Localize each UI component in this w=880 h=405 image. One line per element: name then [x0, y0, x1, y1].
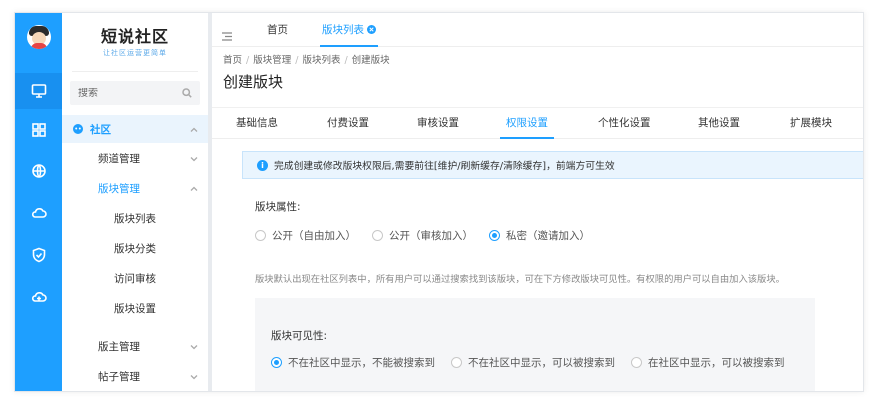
tab-label: 扩展模块 [790, 117, 832, 129]
notice-text: 完成创建或修改版块权限后,需要前往[维护/刷新缓存/清除缓存]，前端方可生效 [274, 161, 615, 172]
tab-label: 个性化设置 [598, 117, 651, 129]
tab-label: 基础信息 [236, 117, 278, 129]
tab-other[interactable]: 其他设置 [698, 108, 740, 139]
radio-circle[interactable] [451, 357, 462, 368]
sidebar-item-board-settings[interactable]: 版块设置 [62, 294, 208, 322]
page-title: 创建版块 [223, 73, 284, 91]
page-tab-board-list[interactable]: 版块列表 [320, 13, 378, 47]
sidebar-item-community[interactable]: 社区 [62, 115, 208, 143]
sidebar-item-moderators[interactable]: 版主管理 [62, 332, 208, 360]
search-box[interactable] [70, 81, 200, 105]
radio-label: 公开（自由加入） [272, 230, 356, 242]
breadcrumb: 首页 / 版块管理 / 版块列表 / 创建版块 [223, 55, 390, 66]
info-icon: i [257, 159, 268, 171]
sidebar-item-label: 版块分类 [114, 242, 156, 255]
visibility-panel: 版块可见性: 不在社区中显示，不能被搜索到 不在社区中显示，可以被搜索到 在社区… [255, 298, 815, 391]
sidebar-item-label: 访问审核 [114, 272, 156, 285]
sidebar-item-label: 版块设置 [114, 302, 156, 315]
search-icon[interactable] [182, 88, 192, 98]
chevron-down-icon [190, 372, 198, 380]
visibility-option-visible-searchable[interactable]: 在社区中显示，可以被搜索到 [631, 355, 785, 370]
radio-label: 公开（审核加入） [389, 230, 473, 242]
sidebar-item-label: 社区 [90, 123, 111, 136]
tab-payment[interactable]: 付费设置 [327, 108, 369, 139]
cloud-sync-icon[interactable] [15, 279, 62, 315]
radio-circle[interactable] [271, 357, 282, 368]
breadcrumb-item[interactable]: 首页 [223, 55, 242, 66]
tab-label: 其他设置 [698, 117, 740, 129]
top-tab-bar: 首页 版块列表 [212, 13, 863, 47]
radio-label: 私密（邀请加入） [506, 230, 590, 242]
sidebar-item-posts[interactable]: 帖子管理 [62, 362, 208, 390]
community-icon [72, 123, 84, 135]
tab-label: 权限设置 [506, 117, 548, 129]
breadcrumb-item[interactable]: 版块管理 [253, 55, 291, 66]
visibility-option-hidden-unsearchable[interactable]: 不在社区中显示，不能被搜索到 [271, 355, 435, 370]
page-tab-label: 版块列表 [322, 24, 364, 36]
sidebar-item-label: 频道管理 [98, 152, 140, 165]
search-input[interactable] [78, 87, 178, 99]
sidebar: 短说社区 让社区运营更简单 社区 频道管理 版块管理 版块列表 [62, 13, 208, 391]
page-tab-home[interactable]: 首页 [267, 13, 288, 47]
attribute-radio-group: 公开（自由加入） 公开（审核加入） 私密（邀请加入） [255, 228, 606, 243]
visibility-option-hidden-searchable[interactable]: 不在社区中显示，可以被搜索到 [451, 355, 615, 370]
visibility-label: 版块可见性: [271, 330, 328, 342]
chevron-down-icon [190, 342, 198, 350]
chevron-up-icon [190, 125, 198, 133]
sidebar-item-label: 版块列表 [114, 212, 156, 225]
grid-icon[interactable] [15, 112, 62, 148]
main-content: 首页 版块列表 首页 / 版块管理 / 版块列表 / 创建版块 创建版块 基础信息 付费设置… [212, 13, 863, 391]
sidebar-item-board-list[interactable]: 版块列表 [62, 204, 208, 232]
tab-label: 付费设置 [327, 117, 369, 129]
tab-personalization[interactable]: 个性化设置 [598, 108, 651, 139]
brand-subtitle: 让社区运营更简单 [103, 49, 167, 57]
settings-tabs: 基础信息 付费设置 审核设置 权限设置 个性化设置 其他设置 扩展模块 [212, 107, 863, 139]
radio-circle[interactable] [489, 230, 500, 241]
sidebar-item-board-category[interactable]: 版块分类 [62, 234, 208, 262]
cloud-icon[interactable] [15, 195, 62, 231]
chevron-up-icon [190, 184, 198, 192]
menu-toggle-icon[interactable] [222, 26, 232, 41]
tab-extensions[interactable]: 扩展模块 [790, 108, 832, 139]
tab-permissions[interactable]: 权限设置 [500, 108, 554, 139]
sidebar-item-label: 版块管理 [98, 182, 140, 195]
attribute-label: 版块属性: [255, 201, 301, 213]
radio-label: 不在社区中显示，不能被搜索到 [288, 357, 435, 369]
radio-circle[interactable] [372, 230, 383, 241]
radio-circle[interactable] [631, 357, 642, 368]
attribute-option-private[interactable]: 私密（邀请加入） [489, 228, 590, 243]
monitor-icon[interactable] [15, 73, 62, 109]
breadcrumb-item: 创建版块 [351, 55, 390, 66]
icon-rail [15, 13, 62, 391]
radio-circle[interactable] [255, 230, 266, 241]
radio-label: 在社区中显示，可以被搜索到 [648, 357, 785, 369]
sidebar-item-access-review[interactable]: 访问审核 [62, 264, 208, 292]
sidebar-item-label: 版主管理 [98, 340, 140, 353]
logo-divider [72, 71, 198, 72]
breadcrumb-item[interactable]: 版块列表 [302, 55, 340, 66]
tab-review[interactable]: 审核设置 [417, 108, 459, 139]
app-window: 短说社区 让社区运营更简单 社区 频道管理 版块管理 版块列表 [14, 12, 864, 392]
page-tab-label: 首页 [267, 24, 288, 36]
attribute-option-public-free[interactable]: 公开（自由加入） [255, 228, 356, 243]
brand-title: 短说社区 [100, 27, 169, 46]
sidebar-item-label: 帖子管理 [98, 370, 140, 383]
visibility-radio-group: 不在社区中显示，不能被搜索到 不在社区中显示，可以被搜索到 在社区中显示，可以被… [271, 355, 785, 370]
info-notice: i 完成创建或修改版块权限后,需要前往[维护/刷新缓存/清除缓存]，前端方可生效 [242, 151, 863, 179]
tab-basic-info[interactable]: 基础信息 [236, 108, 278, 139]
chevron-down-icon [190, 154, 198, 162]
radio-label: 不在社区中显示，可以被搜索到 [468, 357, 615, 369]
sidebar-item-boards[interactable]: 版块管理 [62, 174, 208, 202]
avatar[interactable] [27, 25, 51, 49]
close-icon[interactable] [367, 25, 376, 34]
sidebar-item-channels[interactable]: 频道管理 [62, 144, 208, 172]
attribute-option-public-review[interactable]: 公开（审核加入） [372, 228, 473, 243]
globe-icon[interactable] [15, 153, 62, 189]
attribute-help-text: 版块默认出现在社区列表中，所有用户可以通过搜索找到该版块，可在下方修改版块可见性… [255, 274, 785, 285]
tab-label: 审核设置 [417, 117, 459, 129]
shield-icon[interactable] [15, 237, 62, 273]
